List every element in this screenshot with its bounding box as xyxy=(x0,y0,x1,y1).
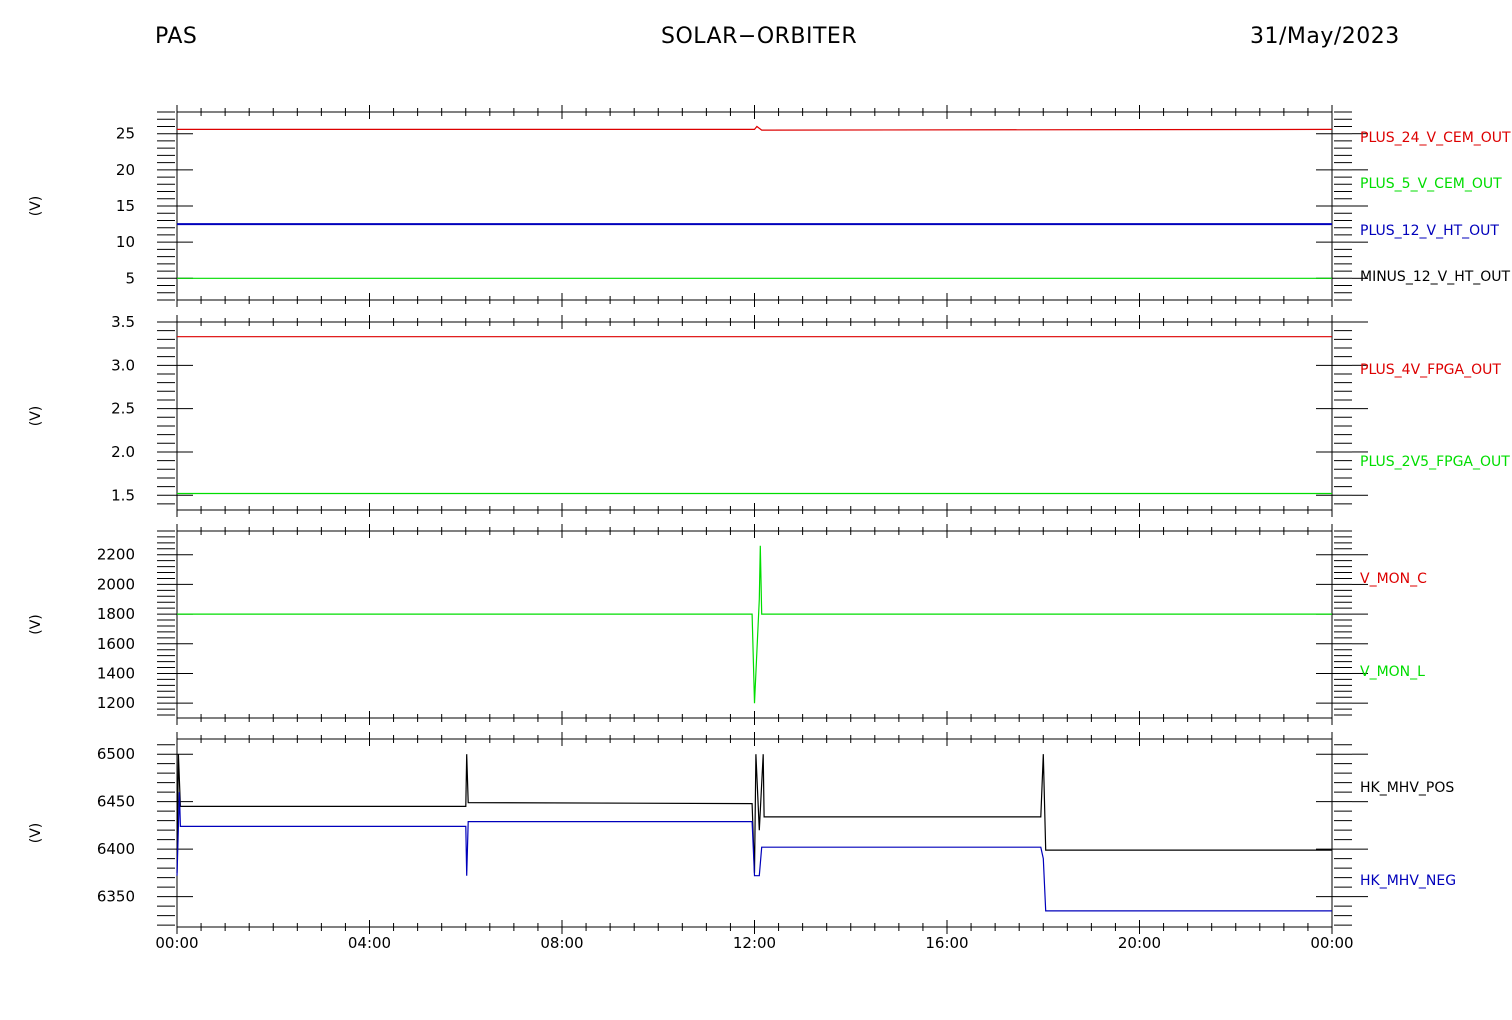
x-tick-label: 00:00 xyxy=(1310,934,1353,952)
y-axis-label: (V) xyxy=(28,406,44,427)
legend-label: V_MON_L xyxy=(1360,664,1425,680)
y-tick-label: 1800 xyxy=(97,605,135,623)
x-tick-label: 08:00 xyxy=(540,934,583,952)
x-tick-label: 12:00 xyxy=(733,934,776,952)
y-tick-label: 2000 xyxy=(97,575,135,593)
legend-label: PLUS_24_V_CEM_OUT xyxy=(1360,130,1511,146)
y-tick-label: 6350 xyxy=(97,888,135,906)
x-tick-label: 00:00 xyxy=(155,934,198,952)
panel-2 xyxy=(157,315,1368,517)
panel-4 xyxy=(157,732,1368,934)
legend-label: MINUS_12_V_HT_OUT xyxy=(1360,269,1511,285)
y-tick-label: 3.0 xyxy=(111,356,135,374)
y-tick-label: 25 xyxy=(116,125,135,143)
y-tick-label: 5 xyxy=(125,269,135,287)
y-tick-label: 2.5 xyxy=(111,400,135,418)
y-tick-label: 2.0 xyxy=(111,443,135,461)
series-line-hk_mhv_pos xyxy=(176,754,1332,873)
y-tick-label: 10 xyxy=(116,233,135,251)
legend-label: V_MON_C xyxy=(1360,571,1427,587)
y-tick-label: 3.5 xyxy=(111,313,135,331)
y-tick-label: 2200 xyxy=(97,546,135,564)
panel-1 xyxy=(157,105,1368,307)
legend-label: PLUS_4V_FPGA_OUT xyxy=(1360,362,1501,378)
y-tick-label: 1600 xyxy=(97,635,135,653)
legend-label: HK_MHV_NEG xyxy=(1360,873,1456,889)
y-tick-label: 1400 xyxy=(97,664,135,682)
x-tick-label: 04:00 xyxy=(348,934,391,952)
panel-3 xyxy=(157,524,1368,725)
legend-label: PLUS_12_V_HT_OUT xyxy=(1360,223,1499,239)
legend-label: HK_MHV_POS xyxy=(1360,780,1454,796)
y-tick-label: 15 xyxy=(116,197,135,215)
legend-label: PLUS_2V5_FPGA_OUT xyxy=(1360,454,1510,470)
x-tick-label: 16:00 xyxy=(925,934,968,952)
y-tick-label: 6400 xyxy=(97,840,135,858)
plot-area: 5 10 15 20 25 (V) PLUS_24_V_CEM_OUT PLUS_5_V_CE… xyxy=(28,105,1511,952)
y-axis-label: (V) xyxy=(28,614,44,635)
legend-label: PLUS_5_V_CEM_OUT xyxy=(1360,176,1502,192)
series-line-v_mon_l xyxy=(177,545,1332,704)
series-line-plus_24_v_cem_out xyxy=(177,125,1333,131)
y-tick-label: 6450 xyxy=(97,793,135,811)
y-tick-label: 1200 xyxy=(97,694,135,712)
y-tick-label: 1.5 xyxy=(111,486,135,504)
y-axis-label: (V) xyxy=(28,196,44,217)
y-tick-label: 20 xyxy=(116,161,135,179)
x-tick-label: 20:00 xyxy=(1118,934,1161,952)
panel-frame xyxy=(176,111,1333,301)
y-tick-label: 6500 xyxy=(97,745,135,763)
y-axis-label: (V) xyxy=(28,823,44,844)
panel-frame xyxy=(176,321,1333,511)
